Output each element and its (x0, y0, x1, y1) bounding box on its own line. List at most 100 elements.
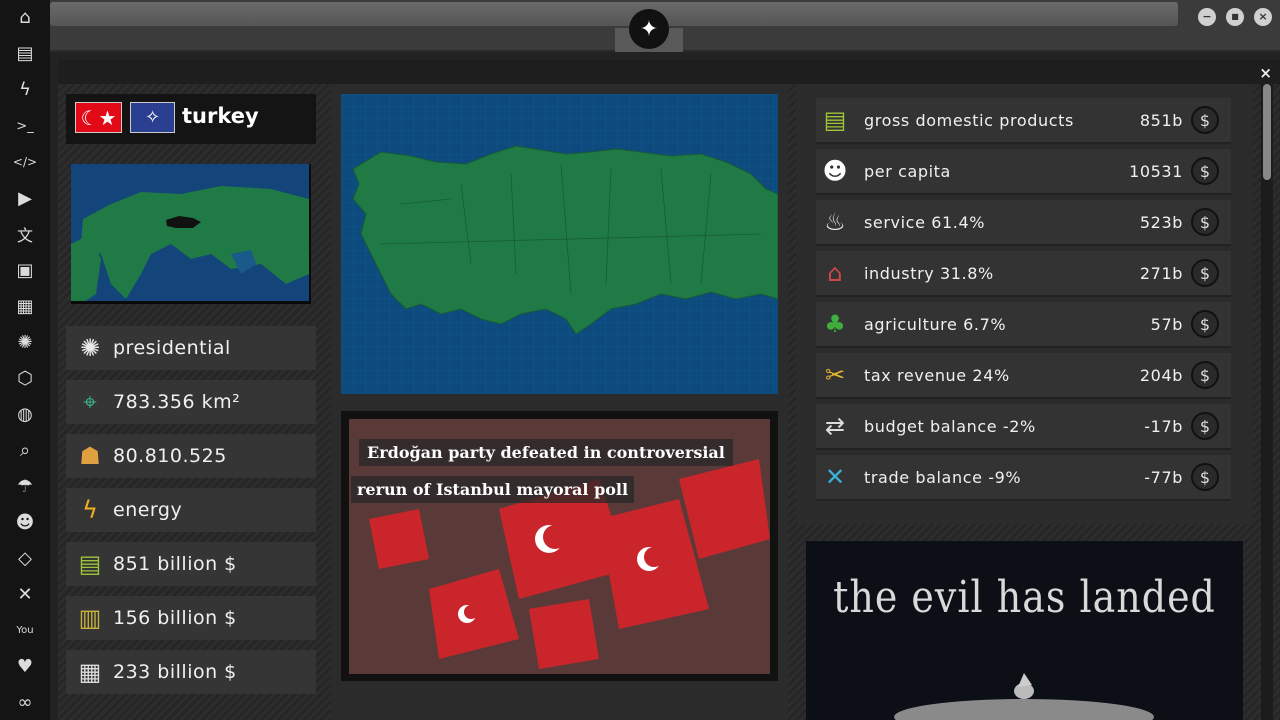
play-icon[interactable]: ▶ (12, 185, 38, 211)
population-value: 80.810.525 (113, 445, 227, 467)
factory-icon: ⌂ (827, 259, 843, 287)
gdp-row: ▤ 851 billion $ (66, 542, 316, 586)
left-sidebar: ⌂ ▤ ϟ >_ </> ▶ 文 ▣ ▦ ✺ ⬡ ◍ ⌕ ☂ ☻ ◇ ✕ You… (0, 0, 50, 720)
window-close-button[interactable]: × (1254, 8, 1272, 26)
home-icon[interactable]: ⌂ (12, 4, 38, 30)
exports-value: 233 billion $ (113, 661, 237, 683)
energy-row: ϟ energy (66, 488, 316, 532)
close-panel-icon[interactable]: × (1259, 64, 1272, 82)
money-stack-icon: ▤ (823, 106, 847, 134)
crossed-tools-icon[interactable]: ✕ (12, 581, 38, 607)
econ-label: service 61.4% (864, 212, 986, 232)
econ-value: 271b (1139, 263, 1183, 283)
population-row: ☗ 80.810.525 (66, 434, 316, 478)
news-icon[interactable]: ▦ (12, 293, 38, 319)
news-headline-line2[interactable]: rerun of Istanbul mayoral poll (351, 476, 635, 503)
empire-emblem-icon: ✺ (79, 334, 101, 362)
money-cart-icon: ▥ (78, 604, 102, 632)
maximize-button[interactable]: ■ (1226, 8, 1244, 26)
person-icon: ☻ (822, 157, 848, 185)
country-header: ☾★ ✧ turkey (66, 94, 316, 144)
government-row: ✺ presidential (66, 326, 316, 370)
dollar-icon[interactable]: $ (1191, 106, 1219, 134)
lightning-icon[interactable]: ϟ (12, 76, 38, 102)
app-window: ⌂ ▤ ϟ >_ </> ▶ 文 ▣ ▦ ✺ ⬡ ◍ ⌕ ☂ ☻ ◇ ✕ You… (0, 0, 1280, 720)
econ-row-trade-balance: ✕ trade balance -9% -77b $ (816, 455, 1231, 501)
vertical-scrollbar[interactable] (1261, 84, 1273, 720)
youtube-icon[interactable]: You (12, 617, 38, 643)
dollar-icon[interactable]: $ (1191, 412, 1219, 440)
diamond-code-icon[interactable]: ◇ (12, 545, 38, 571)
sprout-icon: ♣ (824, 310, 846, 338)
econ-row-budget-balance: ⇄ budget balance -2% -17b $ (816, 404, 1231, 450)
energy-icon: ϟ (82, 496, 98, 524)
promo-banner[interactable]: the evil has landed (806, 541, 1243, 720)
hexagon-icon[interactable]: ⬡ (12, 365, 38, 391)
econ-value: 57b (1150, 314, 1183, 334)
heart-icon[interactable]: ♥ (12, 653, 38, 679)
econ-row-industry: ⌂ industry 31.8% 271b $ (816, 251, 1231, 297)
dollar-icon[interactable]: $ (1191, 259, 1219, 287)
search-icon[interactable]: ⌕ (12, 437, 38, 463)
energy-label: energy (113, 499, 183, 521)
econ-row-service: ♨ service 61.4% 523b $ (816, 200, 1231, 246)
econ-row-gdp: ▤ gross domestic products 851b $ (816, 98, 1231, 144)
document-icon[interactable]: ▤ (12, 40, 38, 66)
econ-value: -77b (1144, 467, 1183, 487)
news-card[interactable]: Erdoğan party defeated in controversial … (341, 411, 778, 681)
econ-label: industry 31.8% (864, 263, 994, 283)
dollar-icon[interactable]: $ (1191, 157, 1219, 185)
globe-icon[interactable]: ◍ (12, 401, 38, 427)
umbrella-icon[interactable]: ☂ (12, 473, 38, 499)
econ-label: budget balance -2% (864, 416, 1036, 436)
news-photo: Erdoğan party defeated in controversial … (349, 419, 770, 674)
dashboard-header: × (58, 60, 1280, 84)
minimize-button[interactable]: − (1198, 8, 1216, 26)
econ-label: agriculture 6.7% (864, 314, 1007, 334)
nato-flag-icon: ✧ (130, 102, 175, 133)
econ-label: gross domestic products (864, 110, 1074, 130)
population-icon: ☗ (79, 442, 101, 470)
chef-icon: ♨ (824, 208, 846, 236)
code-icon[interactable]: </> (12, 149, 38, 175)
econ-row-agriculture: ♣ agriculture 6.7% 57b $ (816, 302, 1231, 348)
contact-icon[interactable]: ☻ (12, 509, 38, 535)
promo-figure-graphic (894, 673, 1154, 720)
scissors-money-icon: ✂ (824, 361, 846, 389)
dollar-icon[interactable]: $ (1191, 463, 1219, 491)
area-row: ⌖ 783.356 km² (66, 380, 316, 424)
spending-row: ▥ 156 billion $ (66, 596, 316, 640)
world-minimap[interactable] (71, 164, 311, 304)
gdp-value: 851 billion $ (113, 553, 237, 575)
infinity-icon[interactable]: ∞ (12, 689, 38, 715)
country-map[interactable] (341, 94, 778, 394)
shipping-box-icon: ▦ (78, 658, 102, 686)
exports-row: ▦ 233 billion $ (66, 650, 316, 694)
dollar-icon[interactable]: $ (1191, 361, 1219, 389)
terminal-icon[interactable]: >_ (12, 113, 38, 139)
trade-cross-icon: ✕ (824, 463, 846, 491)
image-icon[interactable]: ▣ (12, 257, 38, 283)
econ-value: -17b (1144, 416, 1183, 436)
money-stack-icon: ▤ (78, 550, 102, 578)
title-field[interactable] (50, 2, 1178, 26)
dollar-icon[interactable]: $ (1191, 208, 1219, 236)
econ-row-tax-revenue: ✂ tax revenue 24% 204b $ (816, 353, 1231, 399)
scrollbar-thumb[interactable] (1263, 84, 1271, 180)
econ-value: 523b (1139, 212, 1183, 232)
econ-row-per-capita: ☻ per capita 10531 $ (816, 149, 1231, 195)
econ-value: 204b (1139, 365, 1183, 385)
country-dashboard: × ☾★ ✧ turkey ✺ presidential ⌖ 783.356 k… (58, 60, 1280, 720)
government-type: presidential (113, 337, 231, 359)
turkey-map-graphic (341, 94, 778, 394)
translate-icon[interactable]: 文 (12, 221, 38, 247)
world-map-graphic (71, 164, 309, 301)
turkey-flag-icon: ☾★ (75, 102, 122, 133)
econ-label: trade balance -9% (864, 467, 1022, 487)
dollar-icon[interactable]: $ (1191, 310, 1219, 338)
econ-label: per capita (864, 161, 951, 181)
rebel-alliance-icon[interactable]: ✦ (629, 9, 669, 49)
econ-value: 10531 (1129, 161, 1183, 181)
empire-icon[interactable]: ✺ (12, 329, 38, 355)
news-headline-line1[interactable]: Erdoğan party defeated in controversial (359, 439, 733, 466)
